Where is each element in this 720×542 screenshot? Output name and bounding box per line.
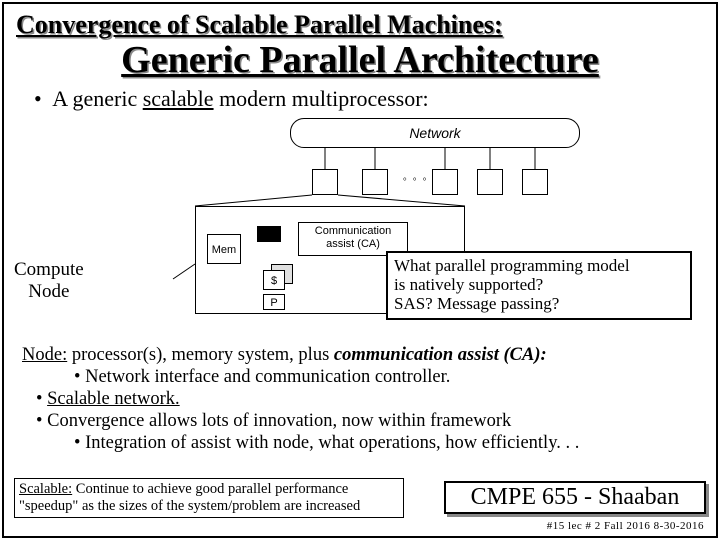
slide-frame: Convergence of Scalable Parallel Machine… bbox=[2, 2, 718, 538]
scalable-footnote: Scalable: Continue to achieve good paral… bbox=[14, 478, 404, 518]
slide-title: Generic Parallel Architecture bbox=[16, 38, 704, 82]
scalable-label: Scalable: bbox=[19, 481, 72, 497]
slide-supertitle: Convergence of Scalable Parallel Machine… bbox=[16, 10, 704, 40]
slide-meta: #15 lec # 2 Fall 2016 8-30-2016 bbox=[547, 520, 704, 532]
net-interface: Network interface and communication cont… bbox=[85, 367, 450, 387]
intro-text-pre: A generic bbox=[52, 86, 142, 111]
node-placeholder-2 bbox=[362, 169, 388, 195]
node-placeholder-4 bbox=[477, 169, 503, 195]
scalable-network: Scalable network. bbox=[47, 389, 180, 409]
node-placeholder-3 bbox=[432, 169, 458, 195]
compute-node-label: Compute Node bbox=[14, 259, 84, 303]
node-placeholder-1 bbox=[312, 169, 338, 195]
ca-line1: Communication bbox=[315, 225, 391, 237]
ellipsis-icon: ° ° ° bbox=[403, 176, 428, 186]
course-badge: CMPE 655 - Shaaban bbox=[444, 481, 706, 514]
convergence-line: Convergence allows lots of innovation, n… bbox=[47, 411, 511, 431]
callout-line3: SAS? Message passing? bbox=[394, 294, 684, 313]
intro-bullet: • A generic scalable modern multiprocess… bbox=[34, 86, 704, 112]
compute-label-l1: Compute bbox=[14, 259, 84, 280]
bus-connector-icon bbox=[257, 226, 281, 242]
processor-box: P bbox=[263, 294, 285, 310]
node-rest: processor(s), memory system, plus bbox=[67, 345, 334, 365]
scalable-text-1: Continue to achieve good parallel perfor… bbox=[72, 481, 348, 497]
callout-line1: What parallel programming model bbox=[394, 256, 684, 275]
compute-label-l2: Node bbox=[28, 281, 69, 302]
node-placeholder-5 bbox=[522, 169, 548, 195]
callout-line2: is natively supported? bbox=[394, 275, 684, 294]
network-box: Network bbox=[290, 118, 580, 148]
scalable-text-2: "speedup" as the sizes of the system/pro… bbox=[19, 498, 360, 514]
body-text: Node: processor(s), memory system, plus … bbox=[18, 344, 702, 454]
node-label: Node: bbox=[22, 345, 67, 365]
ca-line2: assist (CA) bbox=[326, 238, 380, 250]
callout-box: What parallel programming model is nativ… bbox=[386, 251, 692, 320]
node-ca: communication assist (CA): bbox=[334, 345, 547, 365]
intro-text-post: modern multiprocessor: bbox=[214, 86, 429, 111]
memory-box: Mem bbox=[207, 234, 241, 264]
cache-box: $ bbox=[263, 270, 285, 290]
intro-text-scalable: scalable bbox=[143, 86, 214, 111]
integration-line: Integration of assist with node, what op… bbox=[85, 433, 579, 453]
